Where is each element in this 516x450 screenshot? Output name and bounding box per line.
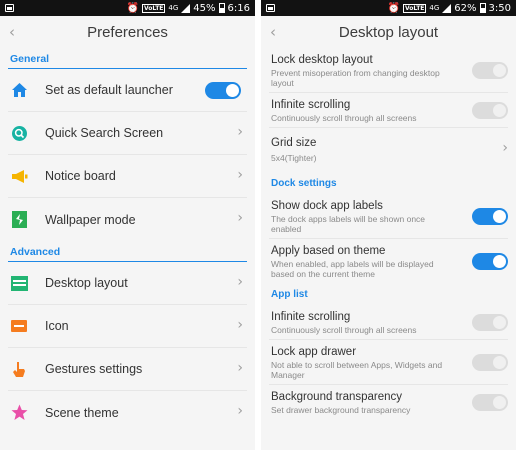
battery-icon xyxy=(218,3,225,13)
infinite-scrolling-drawer-row[interactable]: Infinite scrolling Continuously scroll t… xyxy=(269,305,508,340)
lock-desktop-row[interactable]: Lock desktop layout Prevent misoperation… xyxy=(269,48,508,93)
section-app-list: App list xyxy=(271,288,308,300)
chevron-right-icon: › xyxy=(237,167,243,183)
battery-percent: 62% xyxy=(454,2,477,14)
wallpaper-mode-label: Wallpaper mode xyxy=(45,212,136,227)
apply-theme-toggle[interactable] xyxy=(472,253,508,270)
clock: 6:16 xyxy=(227,2,250,14)
signal-icon xyxy=(442,3,452,13)
chevron-right-icon: › xyxy=(237,360,243,376)
scene-theme-row[interactable]: Scene theme › xyxy=(8,391,247,434)
app-bar: ‹ Preferences xyxy=(0,16,255,48)
notice-board-row[interactable]: Notice board › xyxy=(8,155,247,198)
chevron-right-icon: › xyxy=(502,140,508,156)
icon-label: Icon xyxy=(45,319,69,333)
default-launcher-label: Set as default launcher xyxy=(45,83,173,97)
grid-size-value: 5x4(Tighter) xyxy=(271,153,317,163)
gallery-notification-icon xyxy=(5,4,14,12)
back-arrow-icon[interactable]: ‹ xyxy=(270,23,276,41)
apply-theme-row[interactable]: Apply based on theme When enabled, app l… xyxy=(269,239,508,283)
star-icon xyxy=(10,404,28,422)
volte-badge: VoLTE xyxy=(141,3,166,13)
grid-size-row[interactable]: Grid size 5x4(Tighter) › xyxy=(269,128,508,172)
infinite-scrolling-toggle[interactable] xyxy=(472,102,508,119)
alarm-icon: ⏰ xyxy=(126,2,139,14)
desktop-layout-label: Desktop layout xyxy=(45,276,128,290)
layout-icon xyxy=(10,274,28,292)
desktop-layout-row[interactable]: Desktop layout › xyxy=(8,262,247,305)
wallpaper-icon xyxy=(10,211,28,229)
clock: 3:50 xyxy=(488,2,511,14)
signal-icon xyxy=(181,3,191,13)
chevron-right-icon: › xyxy=(237,403,243,419)
network-type: 4G xyxy=(429,3,440,12)
background-transparency-row[interactable]: Background transparency Set drawer backg… xyxy=(269,385,508,419)
section-dock-settings: Dock settings xyxy=(271,177,337,189)
default-launcher-row[interactable]: Set as default launcher xyxy=(8,69,247,112)
alarm-icon: ⏰ xyxy=(387,2,400,14)
network-type: 4G xyxy=(168,3,179,12)
infinite-scrolling-row[interactable]: Infinite scrolling Continuously scroll t… xyxy=(269,93,508,128)
megaphone-icon xyxy=(10,167,28,185)
status-bar: ⏰ VoLTE 4G 62% 3:50 xyxy=(261,0,516,16)
chevron-right-icon: › xyxy=(237,317,243,333)
icon-settings-icon xyxy=(10,317,28,335)
wallpaper-mode-row[interactable]: Wallpaper mode › xyxy=(8,198,247,241)
background-transparency-toggle[interactable] xyxy=(472,394,508,411)
volte-badge: VoLTE xyxy=(402,3,427,13)
show-dock-labels-row[interactable]: Show dock app labels The dock apps label… xyxy=(269,194,508,239)
battery-percent: 45% xyxy=(193,2,216,14)
show-dock-labels-toggle[interactable] xyxy=(472,208,508,225)
preferences-screen: ⏰ VoLTE 4G 45% 6:16 ‹ Preferences Genera… xyxy=(0,0,255,450)
default-launcher-toggle[interactable] xyxy=(205,82,241,99)
chevron-right-icon: › xyxy=(237,124,243,140)
section-general: General xyxy=(10,53,50,65)
search-icon xyxy=(10,124,28,142)
gestures-row[interactable]: Gestures settings › xyxy=(8,348,247,391)
chevron-right-icon: › xyxy=(237,274,243,290)
gestures-label: Gestures settings xyxy=(45,362,143,376)
app-bar: ‹ Desktop layout xyxy=(261,16,516,48)
page-title: Desktop layout xyxy=(338,23,439,41)
home-icon xyxy=(10,81,28,99)
notice-board-label: Notice board xyxy=(45,169,116,183)
status-bar: ⏰ VoLTE 4G 45% 6:16 xyxy=(0,0,255,16)
gallery-notification-icon xyxy=(266,4,275,12)
setting-title: Grid size xyxy=(271,137,317,149)
page-title: Preferences xyxy=(87,23,168,41)
section-advanced: Advanced xyxy=(10,246,61,258)
hand-gesture-icon xyxy=(10,360,28,378)
icon-row[interactable]: Icon › xyxy=(8,305,247,348)
infinite-scrolling-drawer-toggle[interactable] xyxy=(472,314,508,331)
quick-search-label: Quick Search Screen xyxy=(45,126,164,140)
quick-search-row[interactable]: Quick Search Screen › xyxy=(8,112,247,155)
battery-icon xyxy=(479,3,486,13)
lock-desktop-toggle[interactable] xyxy=(472,62,508,79)
chevron-right-icon: › xyxy=(237,210,243,226)
scene-theme-label: Scene theme xyxy=(45,405,119,420)
desktop-layout-screen: ⏰ VoLTE 4G 62% 3:50 ‹ Desktop layout Loc… xyxy=(261,0,516,450)
lock-app-drawer-row[interactable]: Lock app drawer Not able to scroll betwe… xyxy=(269,340,508,385)
lock-app-drawer-toggle[interactable] xyxy=(472,354,508,371)
back-arrow-icon[interactable]: ‹ xyxy=(9,23,15,41)
